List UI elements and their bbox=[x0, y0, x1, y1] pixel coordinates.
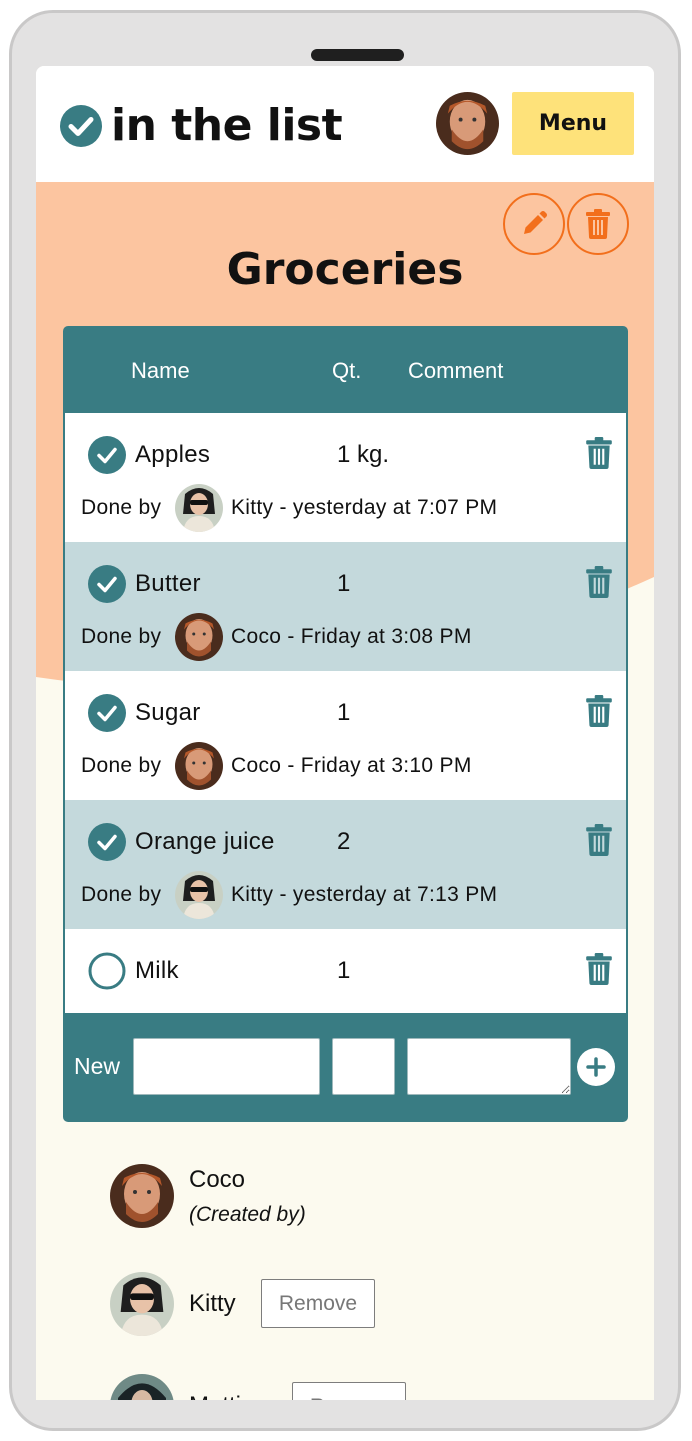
checked-circle-icon[interactable] bbox=[88, 436, 126, 474]
kitty-avatar bbox=[175, 484, 223, 532]
done-by-text: Kitty - yesterday at 7:07 PM bbox=[231, 496, 498, 519]
member-role: (Created by) bbox=[189, 1203, 306, 1226]
remove-member-button[interactable]: Remove bbox=[292, 1382, 406, 1400]
phone-speaker bbox=[311, 49, 404, 61]
table-row: Milk 1 bbox=[65, 929, 626, 1013]
table-row: Butter 1 Done by Coco - Friday at 3:08 P… bbox=[65, 542, 626, 671]
mattie-avatar bbox=[110, 1374, 174, 1400]
column-header-qty: Qt. bbox=[332, 358, 362, 383]
item-name: Milk bbox=[135, 957, 179, 984]
done-by-label: Done by bbox=[81, 625, 162, 648]
checked-circle-icon[interactable] bbox=[88, 823, 126, 861]
done-by-label: Done by bbox=[81, 496, 162, 519]
new-item-comment-input[interactable] bbox=[407, 1038, 571, 1095]
item-qty: 1 bbox=[337, 570, 351, 597]
trash-icon[interactable] bbox=[585, 824, 613, 856]
app-header: in the list Menu bbox=[36, 66, 654, 182]
kitty-avatar bbox=[110, 1272, 174, 1336]
member-name: Kitty bbox=[189, 1290, 236, 1317]
trash-icon[interactable] bbox=[585, 437, 613, 469]
member-name: Mattie bbox=[189, 1390, 254, 1400]
menu-button[interactable]: Menu bbox=[512, 92, 634, 155]
kitty-avatar bbox=[175, 871, 223, 919]
table-row: Apples 1 kg. Done by Kitty - yesterday a… bbox=[65, 413, 626, 542]
item-name: Apples bbox=[135, 441, 211, 468]
item-name: Butter bbox=[135, 570, 201, 597]
unchecked-circle-icon[interactable] bbox=[88, 952, 126, 990]
done-by-label: Done by bbox=[81, 883, 162, 906]
done-by-label: Done by bbox=[81, 754, 162, 777]
done-by-text: Coco - Friday at 3:08 PM bbox=[231, 625, 472, 648]
app-logo-text: in the list bbox=[111, 100, 343, 151]
member-name: Coco bbox=[189, 1166, 246, 1193]
list-title: Groceries bbox=[226, 244, 464, 295]
table-row: Orange juice 2 Done by Kitty - yesterday… bbox=[65, 800, 626, 929]
trash-icon[interactable] bbox=[585, 566, 613, 598]
done-by-text: Kitty - yesterday at 7:13 PM bbox=[231, 883, 498, 906]
checked-circle-icon[interactable] bbox=[88, 565, 126, 603]
item-qty: 1 bbox=[337, 957, 351, 984]
trash-icon[interactable] bbox=[585, 695, 613, 727]
app-screen: in the list Menu Groceries Name Qt. Comm… bbox=[36, 66, 654, 1400]
add-item-button[interactable] bbox=[577, 1048, 615, 1086]
coco-avatar bbox=[175, 742, 223, 790]
pencil-icon bbox=[524, 211, 547, 234]
check-circle-logo-icon bbox=[60, 105, 102, 147]
checked-circle-icon[interactable] bbox=[88, 694, 126, 732]
done-by-text: Coco - Friday at 3:10 PM bbox=[231, 754, 472, 777]
user-avatar[interactable] bbox=[436, 92, 499, 155]
table-row: Sugar 1 Done by Coco - Friday at 3:10 PM bbox=[65, 671, 626, 800]
item-name: Sugar bbox=[135, 699, 201, 726]
new-item-label: New bbox=[74, 1053, 121, 1079]
trash-icon bbox=[586, 209, 610, 239]
item-qty: 1 bbox=[337, 699, 351, 726]
item-qty: 1 kg. bbox=[337, 441, 390, 468]
items-table: Name Qt. Comment Apples 1 kg. Done by Ki… bbox=[63, 326, 628, 1122]
coco-avatar bbox=[175, 613, 223, 661]
remove-member-button[interactable]: Remove bbox=[261, 1279, 375, 1328]
new-item-name-input[interactable] bbox=[133, 1038, 320, 1095]
item-qty: 2 bbox=[337, 828, 351, 855]
column-header-name: Name bbox=[131, 358, 190, 383]
column-header-comment: Comment bbox=[408, 358, 504, 383]
trash-icon[interactable] bbox=[585, 953, 613, 985]
item-name: Orange juice bbox=[135, 828, 275, 855]
new-item-qty-input[interactable] bbox=[332, 1038, 395, 1095]
coco-avatar bbox=[110, 1164, 174, 1228]
plus-icon bbox=[586, 1057, 606, 1077]
